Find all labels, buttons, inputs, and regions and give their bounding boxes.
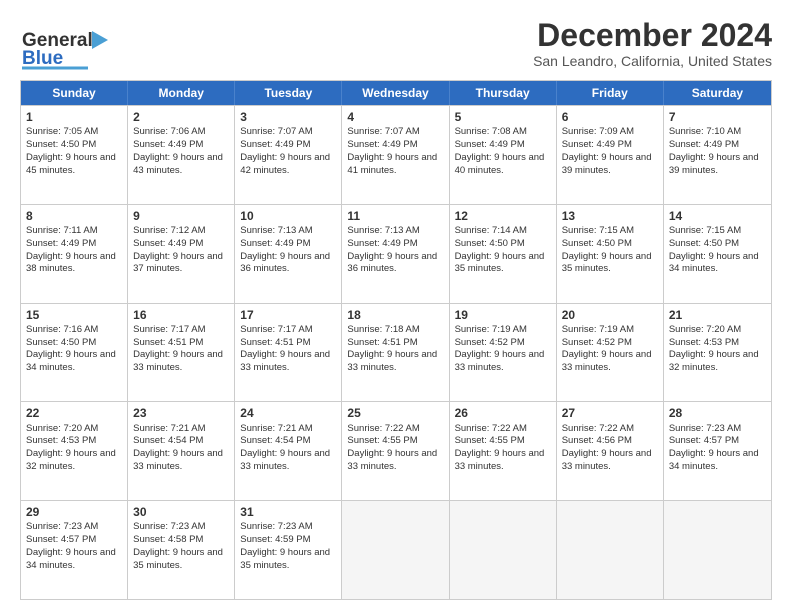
header-thursday: Thursday [450,81,557,105]
cal-cell-w2-d2: 10Sunrise: 7:13 AMSunset: 4:49 PMDayligh… [235,205,342,303]
cal-cell-w1-d3: 4Sunrise: 7:07 AMSunset: 4:49 PMDaylight… [342,106,449,204]
cal-cell-w2-d4: 12Sunrise: 7:14 AMSunset: 4:50 PMDayligh… [450,205,557,303]
week-row-3: 15Sunrise: 7:16 AMSunset: 4:50 PMDayligh… [21,303,771,402]
page: General Blue December 2024 San Leandro, … [0,0,792,612]
cal-cell-w5-d0: 29Sunrise: 7:23 AMSunset: 4:57 PMDayligh… [21,501,128,599]
cal-cell-w1-d2: 3Sunrise: 7:07 AMSunset: 4:49 PMDaylight… [235,106,342,204]
cal-cell-w4-d0: 22Sunrise: 7:20 AMSunset: 4:53 PMDayligh… [21,402,128,500]
cal-cell-w2-d6: 14Sunrise: 7:15 AMSunset: 4:50 PMDayligh… [664,205,771,303]
cal-cell-w4-d2: 24Sunrise: 7:21 AMSunset: 4:54 PMDayligh… [235,402,342,500]
cal-cell-w5-d6 [664,501,771,599]
cal-cell-w1-d1: 2Sunrise: 7:06 AMSunset: 4:49 PMDaylight… [128,106,235,204]
cal-cell-w5-d3 [342,501,449,599]
cal-cell-w1-d5: 6Sunrise: 7:09 AMSunset: 4:49 PMDaylight… [557,106,664,204]
calendar-body: 1Sunrise: 7:05 AMSunset: 4:50 PMDaylight… [21,105,771,599]
header-sunday: Sunday [21,81,128,105]
cal-cell-w3-d3: 18Sunrise: 7:18 AMSunset: 4:51 PMDayligh… [342,304,449,402]
header-friday: Friday [557,81,664,105]
header-monday: Monday [128,81,235,105]
week-row-4: 22Sunrise: 7:20 AMSunset: 4:53 PMDayligh… [21,401,771,500]
header-saturday: Saturday [664,81,771,105]
cal-cell-w4-d4: 26Sunrise: 7:22 AMSunset: 4:55 PMDayligh… [450,402,557,500]
cal-cell-w5-d4 [450,501,557,599]
cal-cell-w3-d2: 17Sunrise: 7:17 AMSunset: 4:51 PMDayligh… [235,304,342,402]
cal-cell-w4-d5: 27Sunrise: 7:22 AMSunset: 4:56 PMDayligh… [557,402,664,500]
cal-cell-w2-d3: 11Sunrise: 7:13 AMSunset: 4:49 PMDayligh… [342,205,449,303]
title-block: December 2024 San Leandro, California, U… [533,18,772,69]
header: General Blue December 2024 San Leandro, … [20,18,772,70]
cal-cell-w5-d5 [557,501,664,599]
cal-cell-w5-d1: 30Sunrise: 7:23 AMSunset: 4:58 PMDayligh… [128,501,235,599]
svg-text:Blue: Blue [22,48,63,69]
cal-cell-w1-d4: 5Sunrise: 7:08 AMSunset: 4:49 PMDaylight… [450,106,557,204]
subtitle: San Leandro, California, United States [533,53,772,69]
cal-cell-w1-d0: 1Sunrise: 7:05 AMSunset: 4:50 PMDaylight… [21,106,128,204]
header-tuesday: Tuesday [235,81,342,105]
week-row-1: 1Sunrise: 7:05 AMSunset: 4:50 PMDaylight… [21,105,771,204]
cal-cell-w4-d1: 23Sunrise: 7:21 AMSunset: 4:54 PMDayligh… [128,402,235,500]
cal-cell-w2-d5: 13Sunrise: 7:15 AMSunset: 4:50 PMDayligh… [557,205,664,303]
week-row-5: 29Sunrise: 7:23 AMSunset: 4:57 PMDayligh… [21,500,771,599]
calendar-header: Sunday Monday Tuesday Wednesday Thursday… [21,81,771,105]
week-row-2: 8Sunrise: 7:11 AMSunset: 4:49 PMDaylight… [21,204,771,303]
cal-cell-w5-d2: 31Sunrise: 7:23 AMSunset: 4:59 PMDayligh… [235,501,342,599]
cal-cell-w2-d0: 8Sunrise: 7:11 AMSunset: 4:49 PMDaylight… [21,205,128,303]
cal-cell-w4-d3: 25Sunrise: 7:22 AMSunset: 4:55 PMDayligh… [342,402,449,500]
cal-cell-w2-d1: 9Sunrise: 7:12 AMSunset: 4:49 PMDaylight… [128,205,235,303]
cal-cell-w3-d1: 16Sunrise: 7:17 AMSunset: 4:51 PMDayligh… [128,304,235,402]
main-title: December 2024 [533,18,772,53]
logo-svg: General Blue [20,18,130,70]
calendar: Sunday Monday Tuesday Wednesday Thursday… [20,80,772,600]
cal-cell-w3-d5: 20Sunrise: 7:19 AMSunset: 4:52 PMDayligh… [557,304,664,402]
header-wednesday: Wednesday [342,81,449,105]
cal-cell-w3-d4: 19Sunrise: 7:19 AMSunset: 4:52 PMDayligh… [450,304,557,402]
cal-cell-w3-d6: 21Sunrise: 7:20 AMSunset: 4:53 PMDayligh… [664,304,771,402]
cal-cell-w3-d0: 15Sunrise: 7:16 AMSunset: 4:50 PMDayligh… [21,304,128,402]
cal-cell-w4-d6: 28Sunrise: 7:23 AMSunset: 4:57 PMDayligh… [664,402,771,500]
logo: General Blue [20,18,130,70]
cal-cell-w1-d6: 7Sunrise: 7:10 AMSunset: 4:49 PMDaylight… [664,106,771,204]
